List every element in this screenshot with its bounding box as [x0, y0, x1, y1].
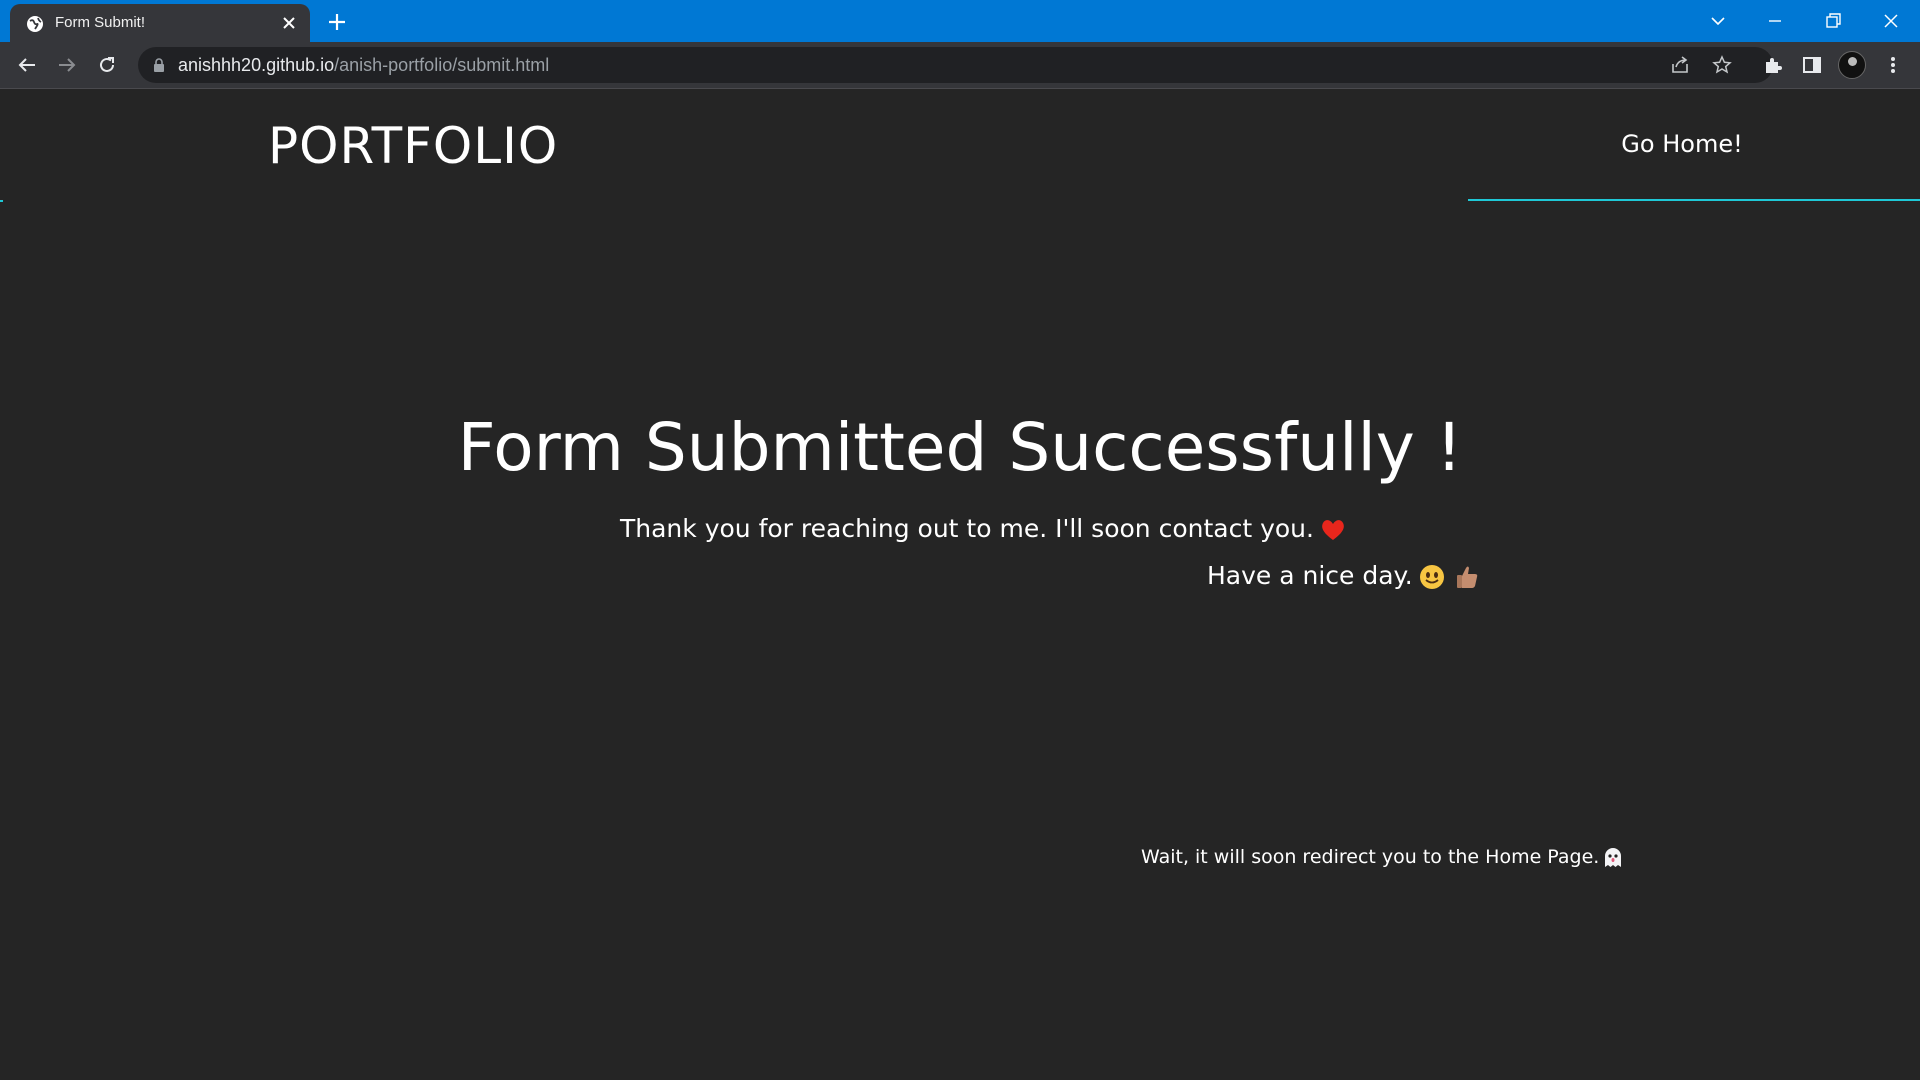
smiling-face-icon: [1419, 565, 1444, 589]
address-bar[interactable]: anishhh20.github.io/anish-portfolio/subm…: [138, 47, 1773, 83]
browser-tabstrip: Form Submit!: [0, 0, 1920, 42]
red-heart-icon: [1322, 520, 1344, 540]
restore-icon[interactable]: [1822, 10, 1844, 32]
site-header: PORTFOLIO Go Home!: [0, 89, 1920, 203]
thumbs-up-icon: [1456, 566, 1477, 588]
reload-icon[interactable]: [96, 54, 118, 76]
browser-tab[interactable]: Form Submit!: [10, 4, 310, 42]
thank-you-text: Thank you for reaching out to me. I'll s…: [620, 514, 1314, 543]
side-panel-icon[interactable]: [1801, 54, 1823, 76]
profile-avatar[interactable]: [1838, 51, 1866, 79]
minimize-icon[interactable]: [1764, 10, 1786, 32]
page-viewport: PORTFOLIO Go Home! Form Submitted Succes…: [0, 89, 1920, 1080]
nice-day-message: Have a nice day.: [1207, 561, 1479, 590]
extensions-puzzle-icon[interactable]: [1762, 54, 1784, 76]
thank-you-message: Thank you for reaching out to me. I'll s…: [620, 514, 1346, 543]
browser-toolbar: anishhh20.github.io/anish-portfolio/subm…: [0, 42, 1920, 89]
lock-icon[interactable]: [153, 58, 165, 72]
nice-day-text: Have a nice day.: [1207, 561, 1413, 590]
site-logo[interactable]: PORTFOLIO: [268, 117, 558, 175]
redirect-text: Wait, it will soon redirect you to the H…: [1141, 846, 1600, 868]
close-tab-icon[interactable]: [280, 14, 298, 32]
back-arrow-icon[interactable]: [16, 54, 38, 76]
globe-icon: [27, 16, 43, 32]
header-accent-line: [0, 200, 3, 202]
ghost-icon: [1605, 847, 1622, 867]
bookmark-star-icon[interactable]: [1712, 55, 1732, 75]
new-tab-icon[interactable]: [326, 11, 348, 33]
tab-search-chevron-icon[interactable]: [1707, 10, 1729, 32]
redirect-note: Wait, it will soon redirect you to the H…: [1141, 846, 1623, 869]
url-text[interactable]: anishhh20.github.io/anish-portfolio/subm…: [178, 47, 549, 83]
more-menu-icon[interactable]: [1882, 54, 1904, 76]
tab-title: Form Submit!: [55, 14, 146, 31]
url-path: /anish-portfolio/submit.html: [334, 55, 550, 75]
share-icon[interactable]: [1670, 55, 1690, 75]
go-home-link[interactable]: Go Home!: [1468, 89, 1920, 201]
close-window-icon[interactable]: [1880, 10, 1902, 32]
url-host: anishhh20.github.io: [178, 55, 335, 75]
forward-arrow-icon[interactable]: [56, 54, 78, 76]
page-title: Form Submitted Successfully !: [457, 409, 1463, 486]
